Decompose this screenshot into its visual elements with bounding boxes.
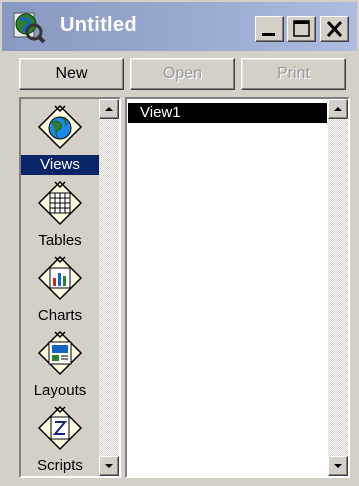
doc-type-views[interactable]: Views [21, 103, 99, 177]
arrow-up-icon [105, 107, 113, 111]
document-type-pane: Views Tables Charts Layouts Scripts [19, 97, 121, 478]
minimize-icon [262, 33, 275, 36]
doc-type-label: Charts [37, 307, 83, 324]
doc-type-scrollbar[interactable] [99, 99, 119, 476]
chart-icon [37, 255, 83, 301]
script-icon [37, 405, 83, 451]
app-globe-icon [13, 12, 46, 44]
scroll-down-button[interactable] [99, 456, 119, 476]
doc-type-label: Scripts [37, 457, 83, 474]
arrow-up-icon [334, 107, 342, 111]
close-button[interactable] [320, 16, 349, 42]
table-icon [37, 180, 83, 226]
open-button[interactable]: Open [130, 58, 235, 90]
scroll-up-button[interactable] [328, 99, 348, 119]
title-bar[interactable]: Untitled [2, 2, 357, 51]
close-icon [326, 20, 343, 38]
scroll-down-button[interactable] [328, 456, 348, 476]
globe-icon [37, 104, 83, 150]
document-list[interactable]: View1 [127, 99, 328, 476]
maximize-button[interactable] [287, 16, 316, 42]
list-item[interactable]: View1 [128, 103, 327, 123]
print-button[interactable]: Print [241, 58, 346, 90]
doc-type-label: Tables [38, 232, 82, 249]
project-window: Untitled New Open Print Views Tables Cha… [0, 0, 359, 486]
doc-type-charts[interactable]: Charts [21, 254, 99, 328]
arrow-down-icon [334, 464, 342, 468]
doc-type-label: Layouts [33, 382, 87, 399]
minimize-button[interactable] [255, 16, 284, 42]
window-title: Untitled [60, 14, 137, 36]
doc-type-label: Views [21, 155, 99, 175]
doc-type-scripts[interactable]: Scripts [21, 404, 99, 478]
document-list-pane: View1 [125, 97, 350, 478]
doc-type-tables[interactable]: Tables [21, 179, 99, 253]
layout-icon [37, 330, 83, 376]
arrow-down-icon [105, 464, 113, 468]
doc-type-layouts[interactable]: Layouts [21, 329, 99, 403]
document-type-list: Views Tables Charts Layouts Scripts [21, 99, 99, 476]
document-list-scrollbar[interactable] [328, 99, 348, 476]
new-button[interactable]: New [19, 58, 124, 90]
maximize-icon [293, 20, 310, 37]
scroll-up-button[interactable] [99, 99, 119, 119]
